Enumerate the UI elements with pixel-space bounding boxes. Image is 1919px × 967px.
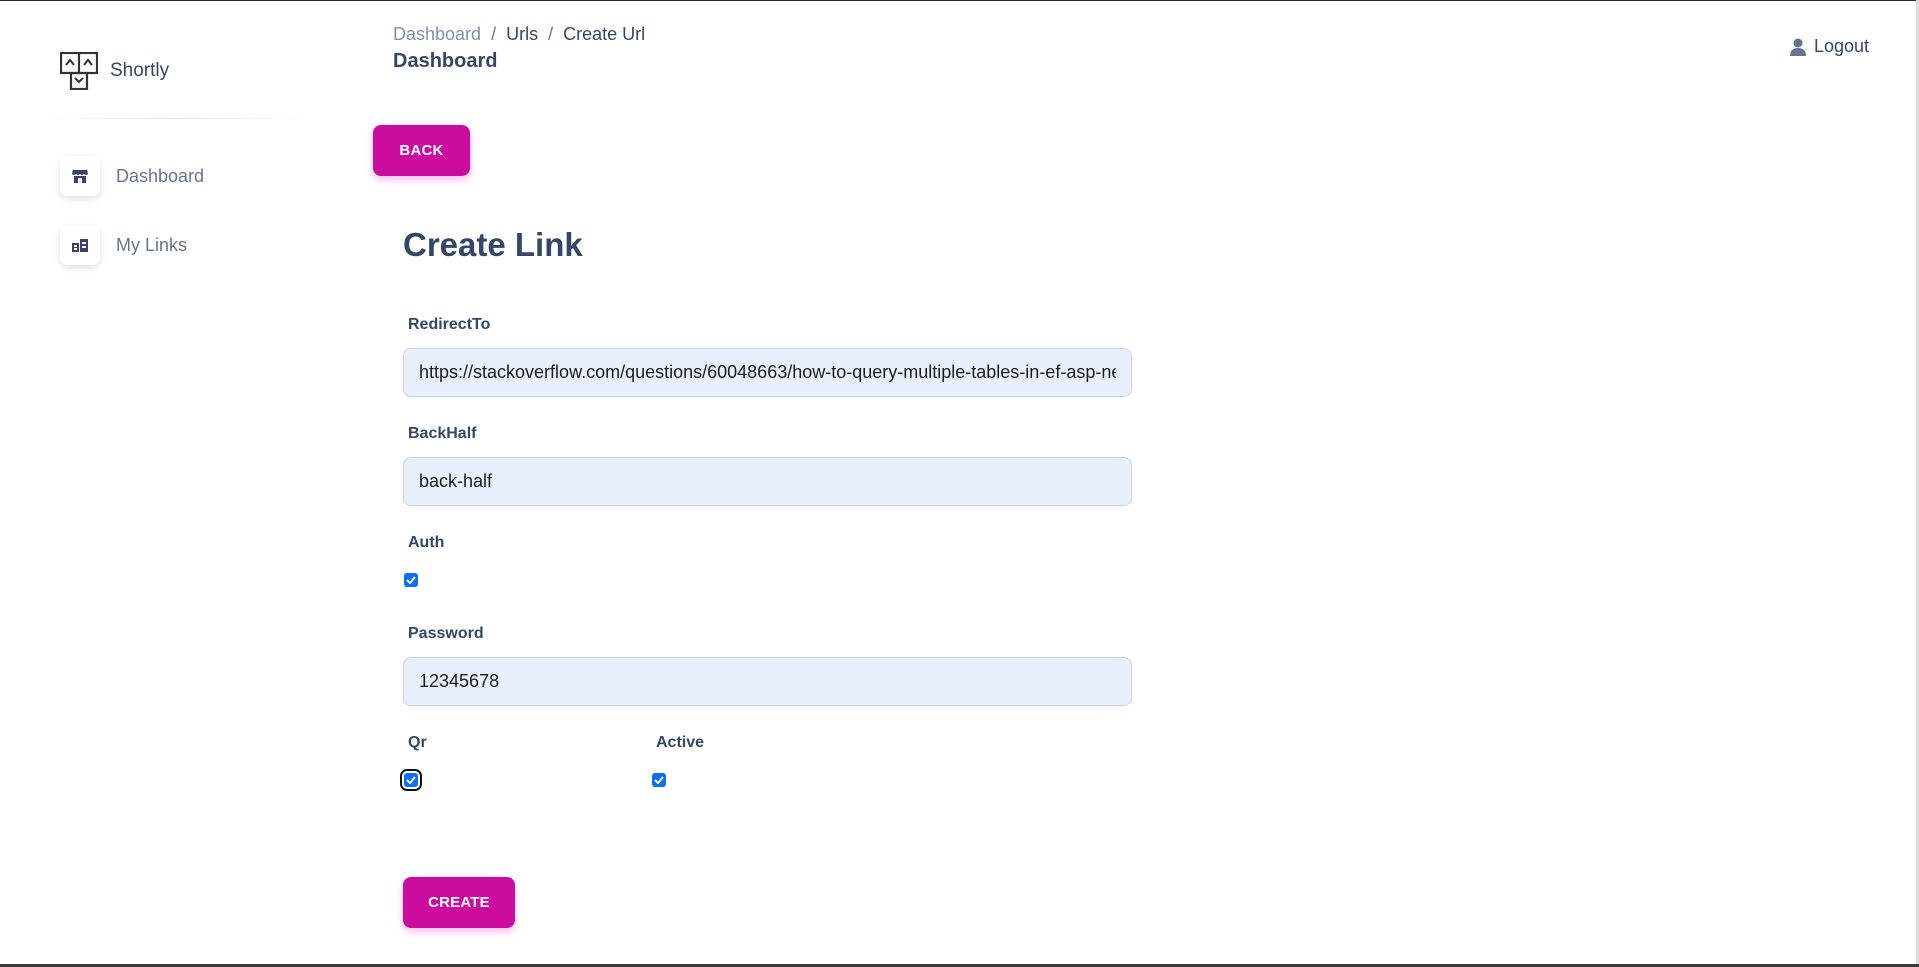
brand[interactable]: Shortly — [60, 52, 169, 90]
auth-label: Auth — [408, 534, 445, 551]
create-button[interactable]: CREATE — [403, 877, 515, 928]
breadcrumb-separator: / — [548, 24, 554, 44]
breadcrumb-separator: / — [491, 24, 497, 44]
auth-checkbox[interactable] — [404, 573, 418, 587]
sidebar-item-my-links[interactable]: My Links — [60, 225, 187, 265]
active-checkbox[interactable] — [652, 773, 666, 787]
sidebar-item-dashboard[interactable]: Dashboard — [60, 156, 204, 196]
breadcrumb-item-urls[interactable]: Urls — [506, 24, 538, 45]
qr-label: Qr — [408, 734, 427, 751]
sidebar-divider — [40, 118, 310, 119]
page-title: Dashboard — [393, 50, 498, 72]
password-input[interactable] — [403, 657, 1132, 706]
breadcrumb: Dashboard / Urls / Create Url — [393, 24, 645, 45]
sidebar: Shortly Dashboard My Links — [0, 0, 320, 964]
back-button[interactable]: BACK — [373, 125, 470, 176]
building-icon — [60, 225, 100, 265]
sidebar-item-label: Dashboard — [116, 165, 205, 186]
sidebar-item-label: My Links — [116, 234, 188, 255]
back-half-input[interactable] — [403, 457, 1132, 506]
redirect-to-label: RedirectTo — [408, 316, 491, 333]
redirect-to-input[interactable] — [403, 348, 1132, 397]
logout-label: Logout — [1814, 36, 1870, 56]
logout-button[interactable]: Logout — [1790, 36, 1869, 57]
checkmark-icon — [654, 776, 664, 784]
breadcrumb-item-create-url: Create Url — [563, 24, 646, 44]
qr-checkbox[interactable] — [400, 769, 422, 791]
checkmark-icon — [406, 776, 416, 784]
form-title: Create Link — [403, 226, 583, 263]
shop-icon — [60, 156, 100, 196]
user-icon — [1790, 38, 1806, 56]
active-label: Active — [656, 734, 705, 751]
checkmark-icon — [406, 576, 416, 584]
back-half-label: BackHalf — [408, 425, 477, 442]
brand-name: Shortly — [110, 60, 170, 81]
breadcrumb-item-dashboard[interactable]: Dashboard — [393, 24, 481, 45]
password-label: Password — [408, 625, 484, 642]
shortly-logo-icon — [60, 52, 98, 90]
